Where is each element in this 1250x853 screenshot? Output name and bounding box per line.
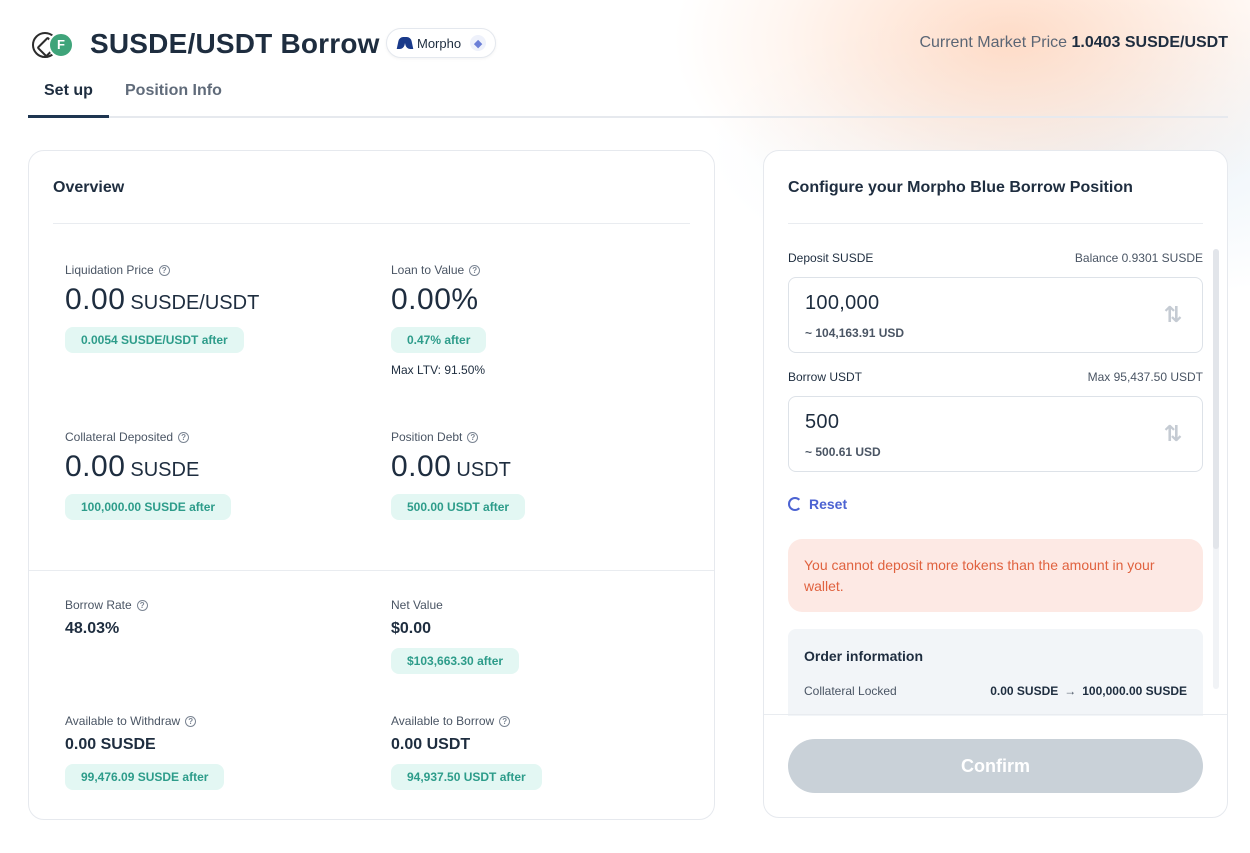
overview-card: Overview Liquidation Price ? 0.00 SUSDE/U… [28,150,715,820]
divider [788,223,1203,224]
loan-to-value-after: 0.47% after [391,327,487,353]
borrow-input[interactable]: 500 ~ 500.61 USD ⇅ [788,396,1203,472]
loan-to-value-label: Loan to Value [391,263,465,277]
liquidation-price-after: 0.0054 SUSDE/USDT after [65,327,244,353]
help-icon[interactable]: ? [178,431,190,443]
liquidation-price-value: 0.00 [65,283,126,316]
help-icon[interactable]: ? [499,715,511,727]
configure-position-card: Configure your Morpho Blue Borrow Positi… [763,150,1228,818]
reset-label: Reset [809,496,848,512]
collateral-deposited-unit: SUSDE [130,459,200,481]
position-debt-value: 0.00 [391,450,452,483]
position-debt-label: Position Debt [391,430,463,444]
collateral-deposited-after: 100,000.00 SUSDE after [65,494,232,520]
max-ltv: Max LTV: 91.50% [391,363,486,377]
net-value-label: Net Value [391,598,443,612]
liquidation-price-label: Liquidation Price [65,263,154,277]
available-withdraw-after: 99,476.09 SUSDE after [65,764,225,790]
deposit-label: Deposit SUSDE [788,251,874,265]
collateral-locked-to: 100,000.00 SUSDE [1082,684,1187,698]
tab-set-up[interactable]: Set up [44,82,93,100]
borrow-usd-value: ~ 500.61 USD [805,445,881,459]
config-scroll-area: Deposit SUSDE Balance 0.9301 SUSDE 100,0… [788,246,1204,716]
tab-position-info[interactable]: Position Info [125,82,222,100]
divider [53,223,690,224]
help-icon[interactable]: ? [467,431,479,443]
swap-vertical-icon[interactable]: ⇅ [1164,421,1182,447]
swap-vertical-icon[interactable]: ⇅ [1164,302,1182,328]
help-icon[interactable]: ? [185,715,197,727]
help-icon[interactable]: ? [158,264,170,276]
ethereum-icon: ◆ [470,35,487,51]
position-debt-metric: Position Debt ? 0.00 USDT 500.00 USDT aft… [391,430,526,520]
borrow-rate-label: Borrow Rate [65,598,132,612]
net-value-metric: Net Value $0.00 $103,663.30 after [391,598,520,674]
deposit-balance: Balance 0.9301 SUSDE [1074,251,1203,265]
market-price-label: Current Market Price [919,34,1068,51]
loan-to-value-value: 0.00% [391,283,479,316]
deposit-row-labels: Deposit SUSDE Balance 0.9301 SUSDE [788,251,1203,265]
borrow-row-labels: Borrow USDT Max 95,437.50 USDT [788,370,1203,384]
error-message: You cannot deposit more tokens than the … [788,539,1203,612]
help-icon[interactable]: ? [136,599,148,611]
divider [29,570,714,571]
position-debt-unit: USDT [456,459,511,481]
borrow-max[interactable]: Max 95,437.50 USDT [1088,370,1203,384]
collateral-deposited-value: 0.00 [65,450,126,483]
configure-title: Configure your Morpho Blue Borrow Positi… [788,179,1133,196]
market-price: Current Market Price 1.0403 SUSDE/USDT [919,34,1228,52]
available-borrow-label: Available to Borrow [391,714,495,728]
morpho-logo-icon [398,37,412,49]
order-information: Order information Collateral Locked 0.00… [788,629,1203,716]
available-withdraw-label: Available to Withdraw [65,714,181,728]
collateral-deposited-metric: Collateral Deposited ? 0.00 SUSDE 100,000… [65,430,232,520]
net-value-value: $0.00 [391,620,432,637]
tab-bar: Set up Position Info [28,78,1228,118]
market-price-value: 1.0403 SUSDE/USDT [1071,34,1228,51]
deposit-input[interactable]: 100,000 ~ 104,163.91 USD ⇅ [788,277,1203,353]
help-icon[interactable]: ? [469,264,481,276]
refresh-icon [788,497,802,511]
borrow-amount[interactable]: 500 [805,411,839,434]
platform-badge[interactable]: Morpho ◆ [386,28,496,58]
collateral-locked-from: 0.00 SUSDE [990,684,1059,698]
scrollbar-thumb[interactable] [1213,249,1219,549]
page-title: SUSDE/USDT Borrow [90,28,380,59]
loan-to-value-metric: Loan to Value ? 0.00% 0.47% after Max LT… [391,263,487,377]
header: F SUSDE/USDT Borrow Morpho ◆ Current Mar… [28,24,1228,64]
token-pair-icons: F [32,32,74,58]
page: F SUSDE/USDT Borrow Morpho ◆ Current Mar… [0,0,1250,853]
borrow-rate-value: 48.03% [65,620,120,637]
position-debt-after: 500.00 USDT after [391,494,526,520]
order-title: Order information [804,648,924,664]
divider [764,714,1227,715]
liquidation-price-unit: SUSDE/USDT [130,292,260,314]
usdt-token-icon: F [48,32,74,58]
available-borrow-value: 0.00 USDT [391,736,471,753]
collateral-locked-row: Collateral Locked 0.00 SUSDE → 100,000.00 … [804,684,1187,698]
borrow-label: Borrow USDT [788,370,863,384]
borrow-rate-metric: Borrow Rate ? 48.03% [65,598,148,638]
deposit-usd-value: ~ 104,163.91 USD [805,326,905,340]
available-withdraw-metric: Available to Withdraw ? 0.00 SUSDE 99,47… [65,714,225,790]
available-withdraw-value: 0.00 SUSDE [65,736,156,753]
overview-title: Overview [53,179,125,196]
confirm-button[interactable]: Confirm [788,739,1203,793]
reset-button[interactable]: Reset [788,496,847,512]
net-value-after: $103,663.30 after [391,648,520,674]
available-borrow-after: 94,937.50 USDT after [391,764,542,790]
deposit-amount[interactable]: 100,000 [805,292,879,315]
platform-name: Morpho [417,35,462,51]
collateral-deposited-label: Collateral Deposited [65,430,174,444]
collateral-locked-label: Collateral Locked [804,684,897,698]
liquidation-price-metric: Liquidation Price ? 0.00 SUSDE/USDT 0.005… [65,263,259,353]
active-tab-indicator [28,115,109,118]
arrow-right-icon: → [1064,684,1077,698]
available-borrow-metric: Available to Borrow ? 0.00 USDT 94,937.5… [391,714,542,790]
